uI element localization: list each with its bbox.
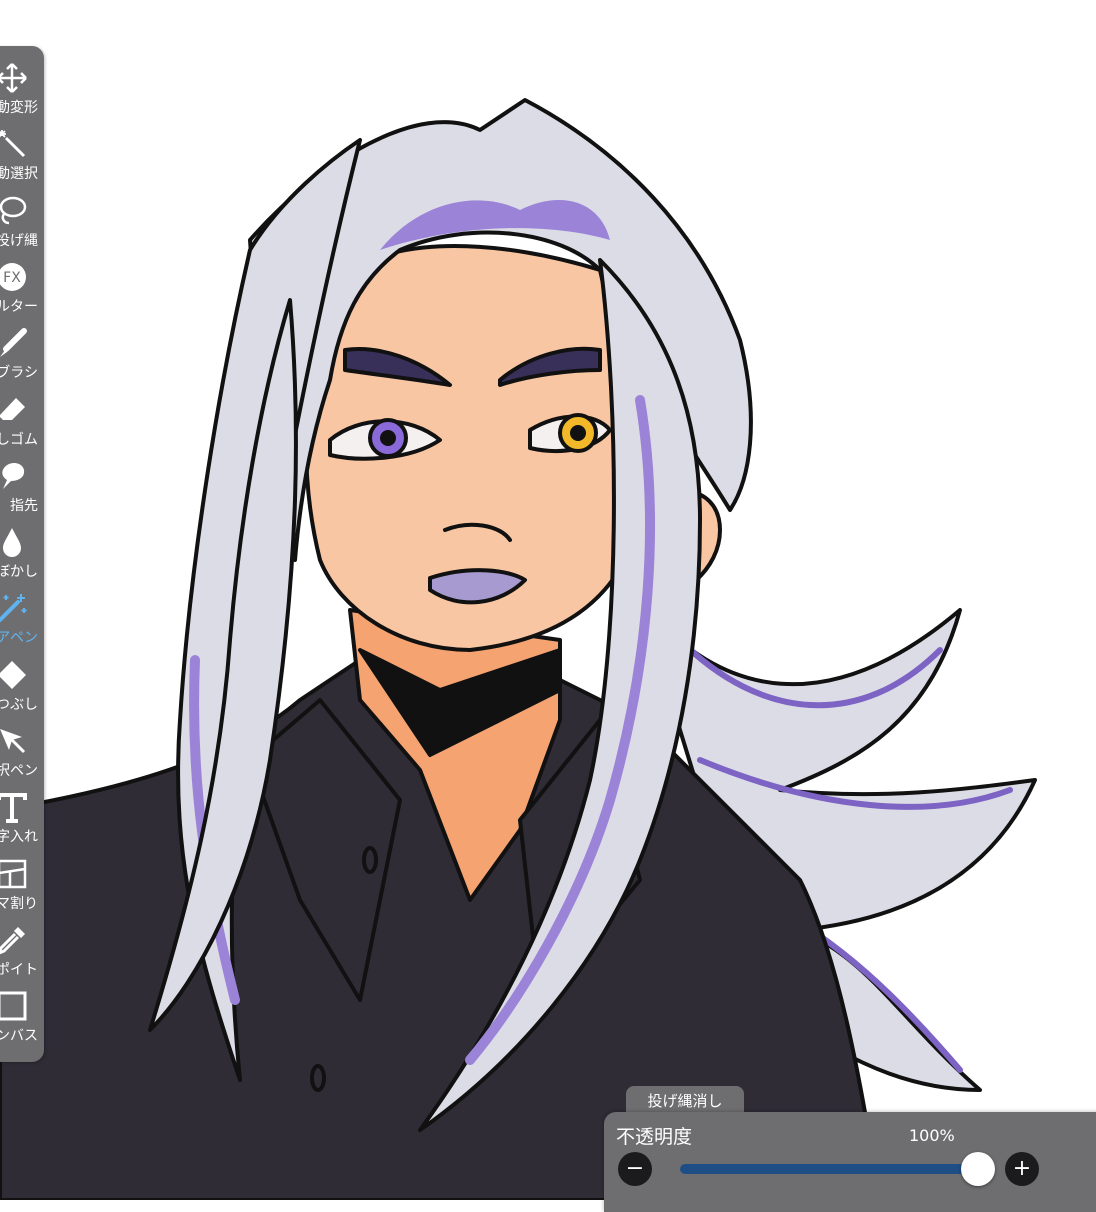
tool-label: 文字入れ [0, 829, 38, 846]
magic-wand-icon [0, 128, 28, 160]
text-icon [0, 791, 28, 824]
tool-text[interactable]: 文字入れ [0, 787, 44, 853]
opacity-decrease-button[interactable]: − [618, 1152, 652, 1186]
canvas-icon [0, 990, 28, 1022]
tool-label: フィルター [0, 298, 38, 315]
eraser-icon [0, 394, 28, 426]
tool-filter-fx[interactable]: FX フィルター [0, 257, 44, 323]
tool-label: 指先 [10, 497, 38, 514]
tool-canvas[interactable]: キャンバス [0, 986, 44, 1052]
tool-label: 自動選択 [0, 166, 38, 183]
fill-bucket-icon [0, 659, 28, 691]
tool-sidebar: 移動変形自動選択投げ縄 FX フィルターブラシ消しゴム指先ぼかしエアペン塗りつぶし選… [0, 46, 44, 1062]
selection-pen-icon [0, 725, 28, 757]
opacity-increase-button[interactable]: + [1005, 1152, 1039, 1186]
filter-fx-icon: FX [0, 261, 28, 293]
opacity-panel: 不透明度 100% − + [604, 1112, 1096, 1212]
smudge-icon [0, 460, 28, 492]
tool-label: 消しゴム [0, 431, 38, 448]
lasso-icon [0, 195, 28, 227]
tool-smudge[interactable]: 指先 [0, 456, 44, 522]
tool-label: スポイト [0, 961, 38, 978]
eyedropper-icon [0, 924, 28, 956]
tool-label: 選択ペン [0, 763, 38, 779]
opacity-label: 不透明度 [616, 1126, 693, 1148]
drawing-canvas[interactable] [0, 0, 1096, 1200]
opacity-slider-thumb[interactable] [961, 1152, 995, 1186]
tool-label: ブラシ [0, 365, 38, 382]
tool-eyedropper[interactable]: スポイト [0, 920, 44, 986]
opacity-value: 100% [909, 1126, 955, 1145]
opacity-slider-fill [680, 1164, 978, 1174]
tool-frame-divider[interactable]: コマ割り [0, 854, 44, 920]
tool-label: 投げ縄 [0, 232, 38, 249]
sparkle-pen-icon [0, 592, 28, 624]
tool-label: コマ割り [0, 895, 38, 912]
move-transform-icon [0, 62, 28, 94]
opacity-slider-track[interactable] [680, 1164, 978, 1174]
tool-label: 塗りつぶし [0, 696, 38, 713]
tool-selection-pen[interactable]: 選択ペン [0, 721, 44, 787]
tool-blur-drop[interactable]: ぼかし [0, 522, 44, 588]
tool-brush[interactable]: ブラシ [0, 323, 44, 389]
tool-sparkle-pen[interactable]: エアペン [0, 588, 44, 654]
tool-move-transform[interactable]: 移動変形 [0, 58, 44, 124]
tool-magic-wand[interactable]: 自動選択 [0, 124, 44, 190]
blur-drop-icon [0, 526, 28, 558]
brush-icon [0, 327, 28, 359]
tool-eraser[interactable]: 消しゴム [0, 390, 44, 456]
artwork [0, 98, 1037, 1200]
svg-text:FX: FX [3, 270, 21, 286]
tool-label: エアペン [0, 630, 38, 647]
tool-label: キャンバス [0, 1028, 38, 1045]
tool-lasso[interactable]: 投げ縄 [0, 191, 44, 257]
tool-label: 移動変形 [0, 100, 38, 116]
tool-label: ぼかし [0, 564, 38, 581]
frame-divider-icon [0, 858, 28, 890]
tool-fill-bucket[interactable]: 塗りつぶし [0, 655, 44, 721]
